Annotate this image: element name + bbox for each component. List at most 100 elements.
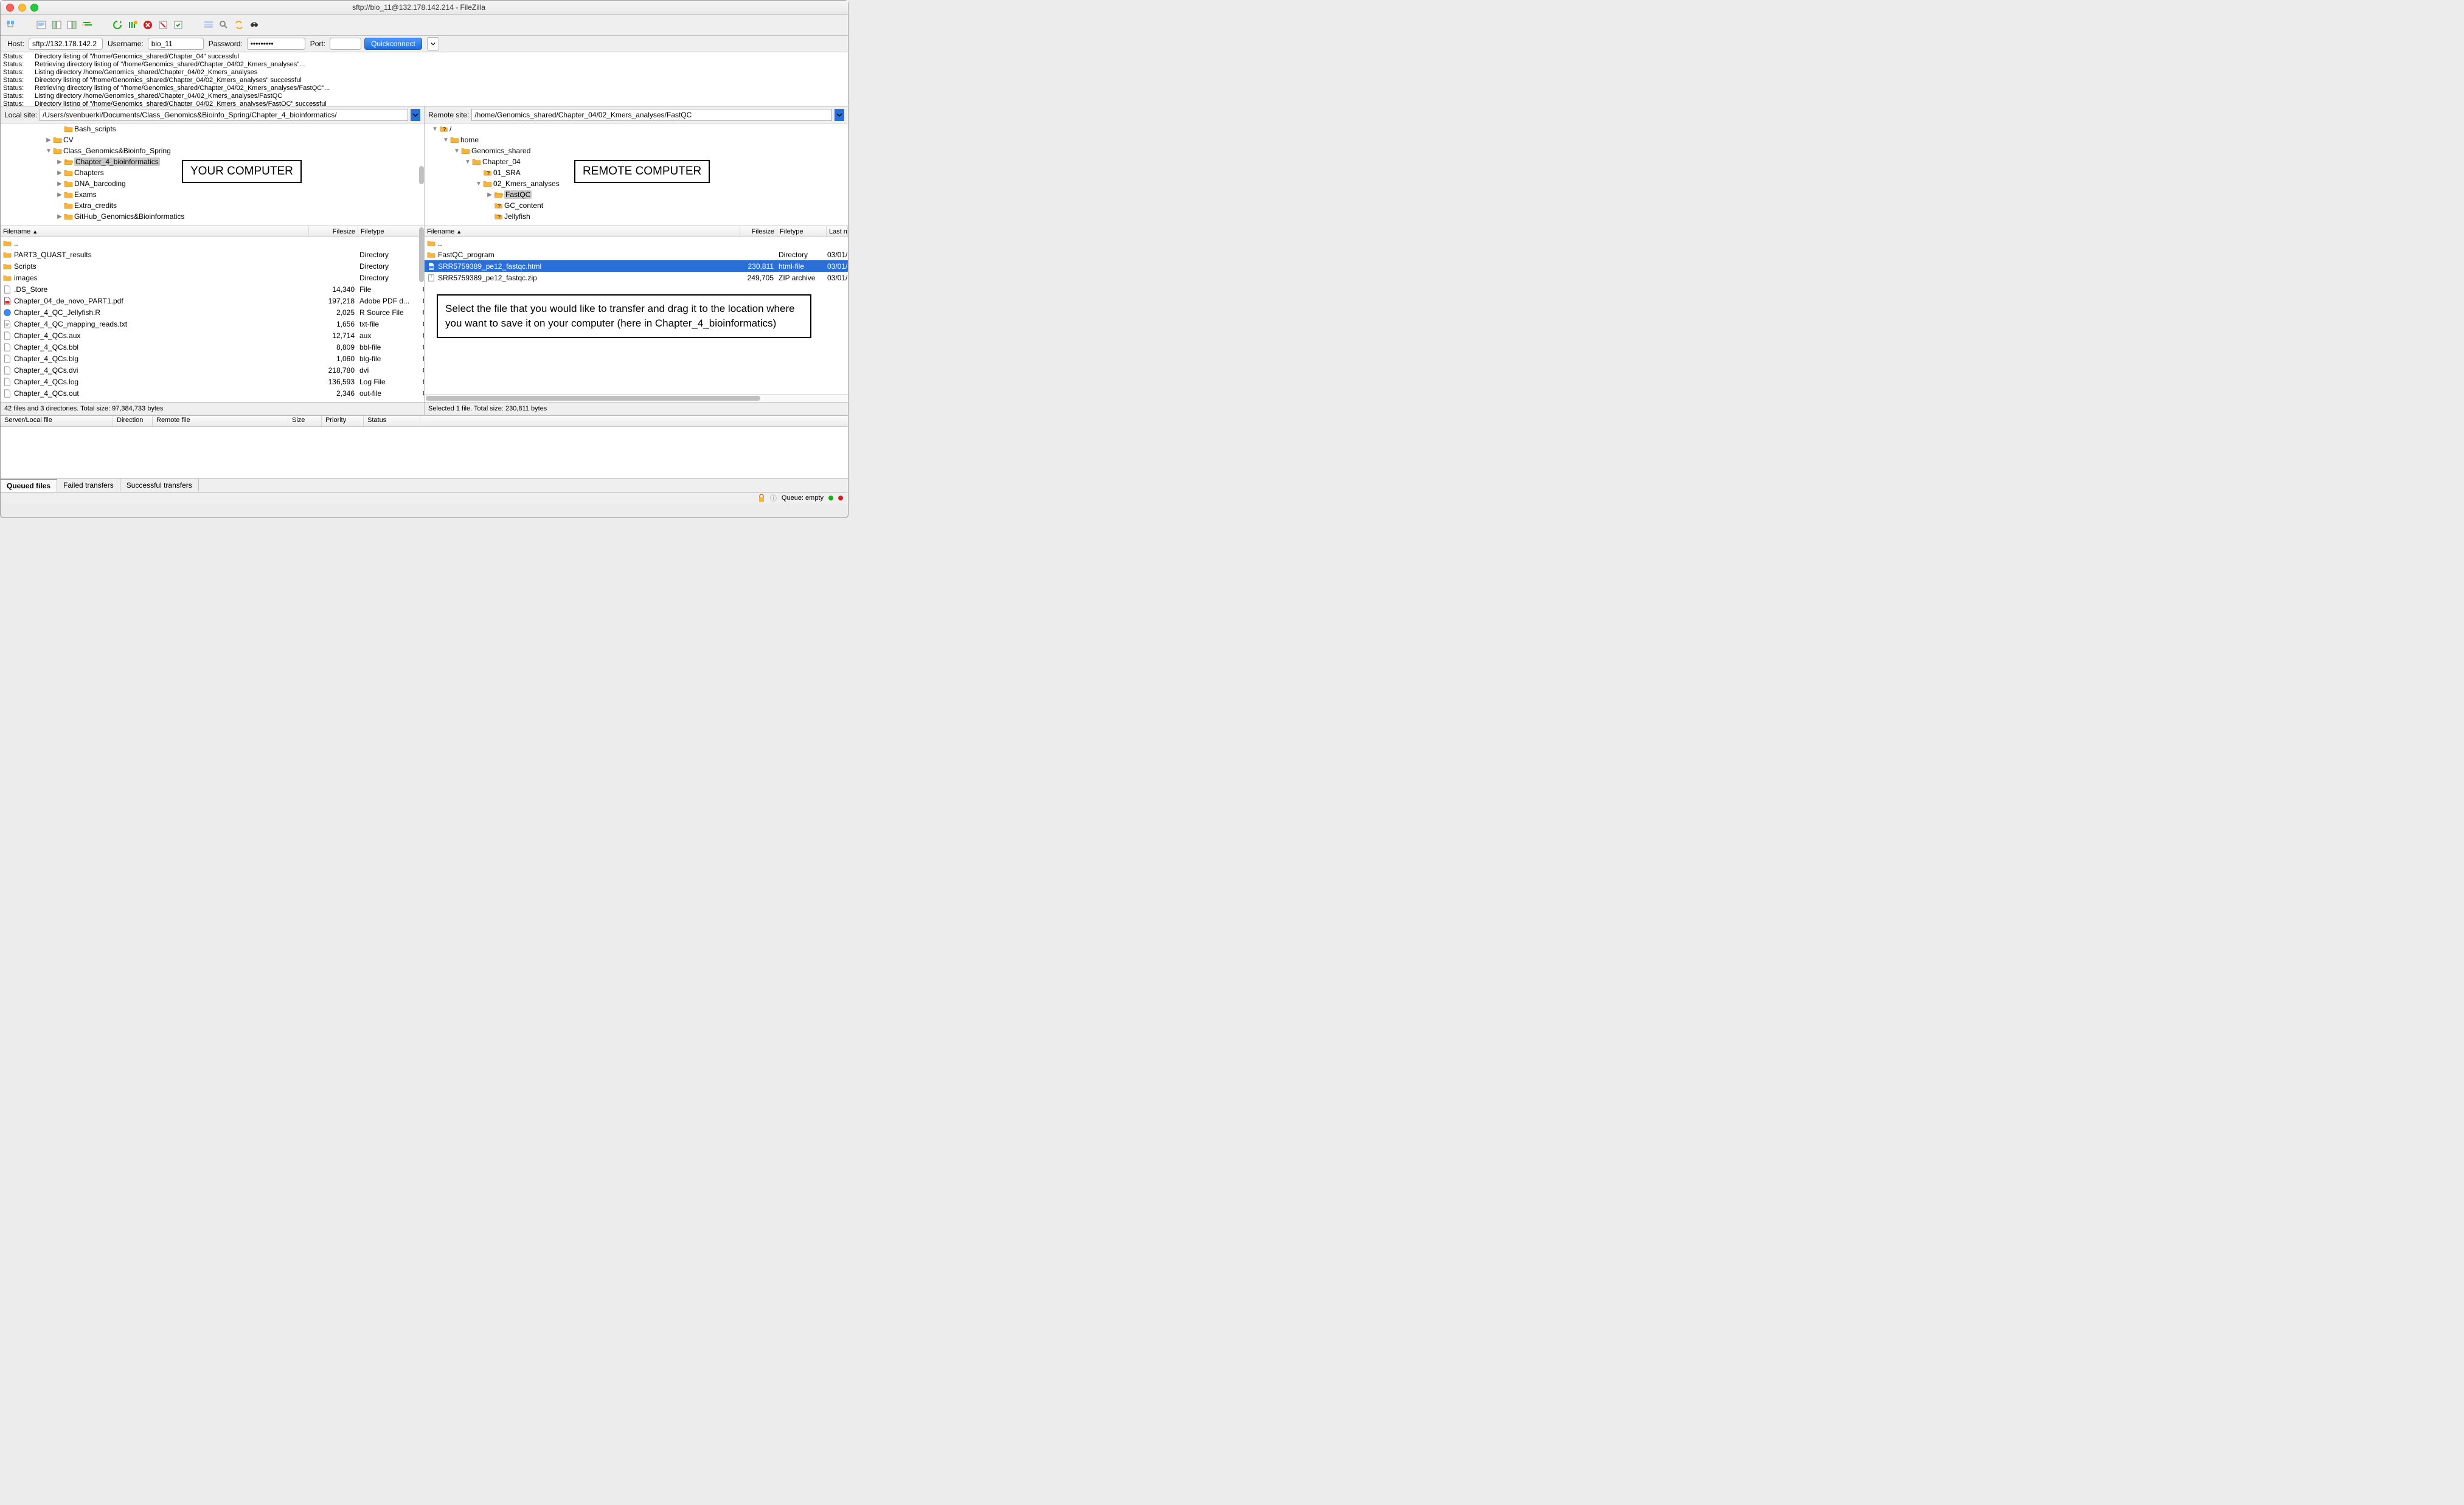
queue-col[interactable]: Direction	[113, 416, 153, 426]
queue-header[interactable]: Server/Local fileDirectionRemote fileSiz…	[1, 416, 848, 427]
disclosure-icon[interactable]: ▶	[57, 181, 63, 187]
local-tree[interactable]: YOUR COMPUTER Bash_scripts▶CV▼Class_Geno…	[1, 123, 424, 226]
disclosure-icon[interactable]: ▼	[465, 159, 471, 165]
col-lastmod[interactable]: Last modi	[827, 226, 848, 237]
file-row[interactable]: SRR5759389_pe12_fastqc.zip249,705ZIP arc…	[425, 272, 848, 283]
disclosure-icon[interactable]: ▼	[443, 137, 449, 144]
file-row[interactable]: FastQC_programDirectory03/01/20	[425, 249, 848, 260]
file-row[interactable]: Chapter_4_QC_mapping_reads.txt1,656txt-f…	[1, 318, 424, 330]
queue-col[interactable]: Size	[288, 416, 322, 426]
tree-item[interactable]: ▼home	[425, 134, 848, 145]
disclosure-icon[interactable]: ▼	[476, 181, 482, 187]
remote-path-input[interactable]	[471, 109, 832, 121]
local-path-dropdown[interactable]	[411, 109, 420, 121]
disclosure-icon[interactable]: ▶	[57, 170, 63, 176]
file-row[interactable]: SRR5759389_pe12_fastqc.html230,811html-f…	[425, 260, 848, 272]
disclosure-icon[interactable]: ▼	[432, 126, 438, 133]
tree-item[interactable]: ▼/	[425, 123, 848, 134]
tree-item[interactable]: ▶FastQC	[425, 189, 848, 200]
toggle-queue-icon[interactable]	[80, 18, 94, 32]
local-file-list[interactable]: Filename ▲ Filesize Filetype La ..PART3_…	[1, 226, 424, 402]
tree-item[interactable]: ▼Class_Genomics&Bioinfo_Spring	[1, 145, 424, 156]
host-input[interactable]	[29, 38, 103, 50]
disclosure-icon[interactable]: ▶	[57, 159, 63, 165]
queue-col[interactable]: Priority	[322, 416, 364, 426]
disclosure-icon[interactable]: ▶	[46, 137, 52, 144]
file-row[interactable]: Chapter_4_QCs.blg1,060blg-file02	[1, 353, 424, 364]
quickconnect-button[interactable]: Quickconnect	[364, 38, 422, 50]
site-manager-icon[interactable]	[4, 18, 18, 32]
search-icon[interactable]	[248, 18, 261, 32]
remote-file-list[interactable]: Filename ▲ Filesize Filetype Last modi .…	[425, 226, 848, 402]
file-row[interactable]: Chapter_4_QCs.dvi218,780dvi02	[1, 364, 424, 376]
disclosure-icon[interactable]: ▼	[46, 148, 52, 154]
file-row[interactable]: Chapter_4_QCs.aux12,714aux02	[1, 330, 424, 341]
tab-failed-transfers[interactable]: Failed transfers	[57, 479, 120, 491]
file-row[interactable]: PART3_QUAST_resultsDirectory04	[1, 249, 424, 260]
file-row[interactable]: ..	[425, 237, 848, 249]
col-filesize[interactable]: Filesize	[740, 226, 777, 237]
tree-item[interactable]: Jellyfish	[425, 211, 848, 222]
queue-body[interactable]	[1, 427, 848, 478]
tree-item[interactable]: ▶Exams	[1, 189, 424, 200]
toggle-log-icon[interactable]	[35, 18, 48, 32]
col-filename[interactable]: Filename ▲	[425, 226, 740, 237]
col-filetype[interactable]: Filetype	[777, 226, 827, 237]
minimize-icon[interactable]	[18, 4, 26, 12]
queue-col[interactable]: Status	[364, 416, 420, 426]
disclosure-icon[interactable]: ▼	[454, 148, 460, 154]
col-filesize[interactable]: Filesize	[309, 226, 358, 237]
tree-item[interactable]: Bash_scripts	[1, 123, 424, 134]
tree-item[interactable]: Extra_credits	[1, 200, 424, 211]
disclosure-icon[interactable]: ▶	[57, 192, 63, 198]
tree-item[interactable]: ▶CV	[1, 134, 424, 145]
remote-path-dropdown[interactable]	[835, 109, 844, 121]
tree-item[interactable]: GC_content	[425, 200, 848, 211]
file-row[interactable]: .DS_Store14,340File03	[1, 283, 424, 295]
remote-hscroll[interactable]	[425, 394, 848, 402]
disclosure-icon[interactable]: ▶	[57, 213, 63, 220]
password-input[interactable]	[247, 38, 305, 50]
transfer-queue[interactable]: Server/Local fileDirectionRemote fileSiz…	[1, 415, 848, 478]
filter-icon[interactable]	[202, 18, 215, 32]
message-log[interactable]: Status:Directory listing of "/home/Genom…	[1, 52, 848, 106]
col-filetype[interactable]: Filetype	[358, 226, 422, 237]
file-row[interactable]: Chapter_4_QC_Jellyfish.R2,025R Source Fi…	[1, 306, 424, 318]
reconnect-icon[interactable]	[172, 18, 185, 32]
disclosure-icon[interactable]: ▶	[487, 192, 493, 198]
scrollbar-thumb[interactable]	[419, 166, 424, 184]
remote-tree[interactable]: REMOTE COMPUTER ▼/▼home▼Genomics_shared▼…	[425, 123, 848, 226]
refresh-icon[interactable]	[111, 18, 124, 32]
file-row[interactable]: Chapter_4_QCs.log136,593Log File02	[1, 376, 424, 387]
cancel-icon[interactable]	[141, 18, 154, 32]
file-row[interactable]: Chapter_4_QCs.out2,346out-file02	[1, 387, 424, 399]
file-row[interactable]: Chapter_4_QCs.bbl8,809bbl-file02	[1, 341, 424, 353]
file-row[interactable]: ScriptsDirectory03	[1, 260, 424, 272]
maximize-icon[interactable]	[30, 4, 38, 12]
compare-icon[interactable]	[217, 18, 231, 32]
toggle-tree-local-icon[interactable]	[50, 18, 63, 32]
username-input[interactable]	[148, 38, 204, 50]
local-path-input[interactable]	[40, 109, 408, 121]
col-filename[interactable]: Filename ▲	[1, 226, 309, 237]
sync-browse-icon[interactable]	[232, 18, 246, 32]
port-input[interactable]	[330, 38, 361, 50]
scrollbar-thumb[interactable]	[419, 237, 424, 282]
queue-col[interactable]: Server/Local file	[1, 416, 113, 426]
help-icon[interactable]: ⓘ	[770, 493, 777, 503]
close-icon[interactable]	[6, 4, 14, 12]
remote-list-header[interactable]: Filename ▲ Filesize Filetype Last modi	[425, 226, 848, 237]
file-row[interactable]: Chapter_04_de_novo_PART1.pdf197,218Adobe…	[1, 295, 424, 306]
disconnect-icon[interactable]	[156, 18, 170, 32]
tab-successful-transfers[interactable]: Successful transfers	[120, 479, 199, 491]
tree-item[interactable]: ▶GitHub_Genomics&Bioinformatics	[1, 211, 424, 222]
file-row[interactable]: ..	[1, 237, 424, 249]
tree-item[interactable]: ▼Genomics_shared	[425, 145, 848, 156]
tab-queued-files[interactable]: Queued files	[1, 479, 57, 492]
queue-col[interactable]: Remote file	[153, 416, 288, 426]
process-queue-icon[interactable]	[126, 18, 139, 32]
toggle-tree-remote-icon[interactable]	[65, 18, 78, 32]
quickconnect-dropdown[interactable]	[427, 37, 439, 50]
file-row[interactable]: imagesDirectory03	[1, 272, 424, 283]
local-list-header[interactable]: Filename ▲ Filesize Filetype La	[1, 226, 424, 237]
